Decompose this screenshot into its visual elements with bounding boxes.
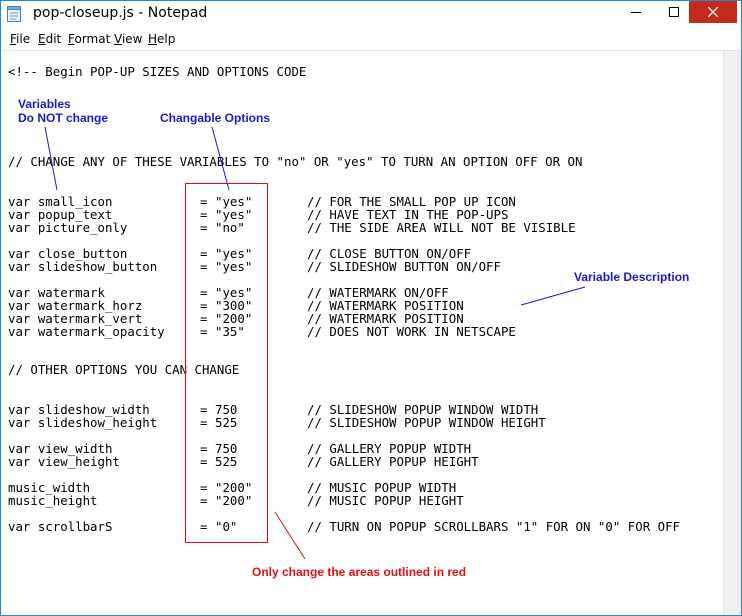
close-icon [708,7,718,17]
menu-file[interactable]: File [10,32,30,46]
window-title: pop-closeup.js - Notepad [33,5,208,21]
vertical-scrollbar[interactable] [723,51,741,615]
code-equals: = [200,220,208,235]
menu-edit[interactable]: Edit [38,32,61,46]
code-comment: // SLIDESHOW BUTTON ON/OFF [307,259,501,274]
code-value: "no" [215,220,245,235]
code-equals: = [200,415,208,430]
annotation-variable-description: Variable Description [574,270,690,284]
code-var-name: var watermark_opacity [8,324,165,339]
text-editor[interactable]: <!-- Begin POP-UP SIZES AND OPTIONS CODE… [1,51,723,615]
code-equals: = [200,259,208,274]
code-comment: // THE SIDE AREA WILL NOT BE VISIBLE [307,220,576,235]
code-var-name: var view_height [8,454,120,469]
minimize-button[interactable] [613,1,659,23]
code-comment-other: // OTHER OPTIONS YOU CAN CHANGE [8,362,240,377]
code-equals: = [200,519,208,534]
code-value: 525 [215,415,238,430]
code-var-name: var slideshow_button [8,259,158,274]
annotation-red-note: Only change the areas outlined in red [252,565,467,579]
code-comment: // TURN ON POPUP SCROLLBARS "1" FOR ON "… [307,519,680,534]
notepad-window: pop-closeup.js - Notepad File Edit Forma… [0,0,742,616]
code-value: "35" [215,324,245,339]
maximize-icon [669,7,679,17]
annotation-variables-subtitle: Do NOT change [18,111,109,125]
code-comment: // MUSIC POPUP HEIGHT [307,493,464,508]
close-button[interactable] [689,1,737,23]
code-equals: = [200,493,208,508]
code-var-name: var slideshow_height [8,415,158,430]
annotation-changable-options: Changable Options [160,111,271,125]
code-comment: // DOES NOT WORK IN NETSCAPE [307,324,516,339]
title-bar[interactable]: pop-closeup.js - Notepad [1,1,741,27]
code-var-name: var picture_only [8,220,128,235]
code-comment: // SLIDESHOW POPUP WINDOW HEIGHT [307,415,546,430]
menu-format[interactable]: Format [68,32,110,46]
code-value: 525 [215,454,238,469]
code-equals: = [200,454,208,469]
code-comment: // GALLERY POPUP HEIGHT [307,454,479,469]
code-var-name: music_height [8,493,98,508]
menu-view[interactable]: View [114,32,142,46]
annotation-variables-title: Variables [18,97,71,111]
menu-bar: File Edit Format View Help [1,28,741,51]
code-equals: = [200,324,208,339]
minimize-icon [631,12,641,13]
notepad-icon [7,5,21,22]
code-comment-begin: <!-- Begin POP-UP SIZES AND OPTIONS CODE [8,64,307,79]
code-value: "yes" [215,259,253,274]
menu-help[interactable]: Help [148,32,175,46]
code-comment-change: // CHANGE ANY OF THESE VARIABLES TO "no"… [8,154,583,169]
code-value: "200" [215,493,253,508]
maximize-button[interactable] [659,1,689,23]
code-value: "0" [215,519,238,534]
code-var-name: var scrollbarS [8,519,113,534]
